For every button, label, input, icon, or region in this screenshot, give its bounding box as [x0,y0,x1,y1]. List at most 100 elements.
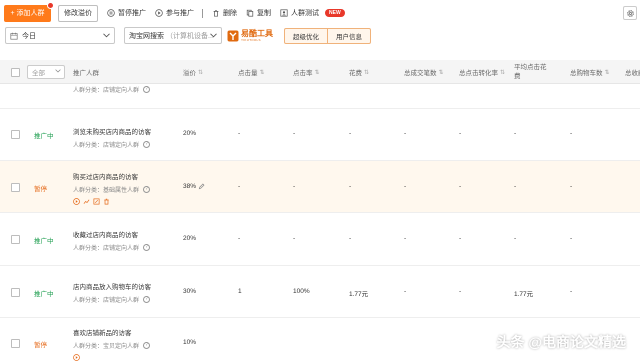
trash-icon [213,10,219,17]
deals-value: - [404,130,407,137]
row-checkbox[interactable] [11,183,20,192]
sort-icon: ⇅ [314,69,320,76]
premium-value[interactable]: 20% [183,235,196,242]
premium-value[interactable]: 30% [183,288,196,295]
calendar-icon [10,32,18,40]
audience-cell: 购买过店内商品的访客 人群分类：基础属性人群? [73,171,151,205]
scene-select[interactable]: 淘宝网搜索 （计算机设备... [124,27,222,44]
copy-button[interactable]: 复制 [246,8,271,18]
audience-name[interactable]: 收藏过店内商品的访客 [73,229,150,239]
sort-icon: ⇅ [259,69,265,76]
pause-promotion-button[interactable]: 暂停推广 [107,8,146,18]
tool-logo[interactable]: 易酷工具 YIKUTOOLS [227,29,277,43]
audience-category: 人群分类：基础属性人群 [73,188,140,194]
audience-category: 人群分类：店铺定向人群 [73,298,140,304]
col-cart[interactable]: 总购物车数 ⇅ [570,60,610,84]
table-row: 推广中 店内商品放入购物车的访客 人群分类：店铺定向人群? 30% 1 100%… [0,266,640,318]
audience-test-button[interactable]: 人群测试 NEW [280,8,345,18]
audience-category: 人群分类：店铺定向人群 [73,143,140,149]
avg-cpc-value: 1.77元 [514,291,534,298]
settings-button[interactable] [623,6,637,20]
ctr-value: - [293,235,296,242]
status-badge: 推广中 [34,291,54,298]
ctr-value: - [293,183,296,190]
col-ctr[interactable]: 点击率 ⇅ [293,60,320,84]
help-icon[interactable]: ? [143,86,151,93]
status-filter-value: 全部 [32,70,45,77]
audience-name[interactable]: 购买过店内商品的访客 [73,171,150,181]
add-audience-label: + 添加人群 [10,10,45,17]
help-icon[interactable]: ? [143,244,151,251]
status-badge: 推广中 [34,238,54,245]
cart-value: - [570,183,573,190]
row-checkbox[interactable] [11,235,20,244]
status-filter-select[interactable]: 全部 [27,65,65,79]
table-row: 暂停 购买过店内商品的访客 人群分类：基础属性人群? 38% - - - - -… [0,161,640,213]
col-conversion[interactable]: 总点击转化率 ⇅ [459,60,505,84]
col-total-deals[interactable]: 总成交笔数 ⇅ [404,60,444,84]
help-icon[interactable]: ? [143,186,151,193]
audience-cell: 人群分类：店铺定向人群? [73,85,151,94]
row-checkbox[interactable] [11,339,20,348]
clicks-value: - [238,183,241,190]
logo-subtext: YIKUTOOLS [241,38,261,42]
cart-value: - [570,130,573,137]
spend-value: - [349,183,352,190]
new-badge: NEW [325,9,345,17]
sort-icon: ⇅ [438,69,444,76]
col-fav[interactable]: 总收藏 [625,60,640,84]
user-info-button[interactable]: 用户信息 [327,29,370,43]
join-promotion-button[interactable]: 参与推广 [155,8,194,18]
table-row: 推广中 浏览未购买店内商品的访客 人群分类：店铺定向人群? 20% - - - … [0,109,640,161]
edit-icon[interactable] [93,198,100,205]
audience-name[interactable]: 浏览未购买店内商品的访客 [73,126,151,136]
audience-cell: 喜欢店铺新品的访客 人群分类：宝贝定向人群? [73,327,151,361]
audience-category: 人群分类：店铺定向人群 [73,88,140,94]
date-range-select[interactable]: 今日 [5,27,115,44]
col-spend[interactable]: 花费 ⇅ [349,60,369,84]
sort-icon: ⇅ [604,69,610,76]
col-clicks[interactable]: 点击量 ⇅ [238,60,265,84]
play-icon [155,9,163,17]
sort-icon: ⇅ [198,69,204,76]
avg-cpc-value: - [514,235,517,242]
select-all-checkbox[interactable] [11,67,20,77]
pause-label: 暂停推广 [118,10,146,17]
help-icon[interactable]: ? [143,342,151,349]
deals-value: - [404,183,407,190]
status-badge: 暂停 [34,342,47,349]
scene-hint: （计算机设备... [166,32,214,40]
chevron-down-icon [103,33,110,38]
super-optimize-button[interactable]: 超级优化 [285,29,327,43]
play-icon[interactable] [73,354,80,361]
audience-name[interactable]: 店内商品放入购物车的访客 [73,281,151,291]
help-icon[interactable]: ? [143,141,151,148]
add-audience-button[interactable]: + 添加人群 [4,1,54,22]
table-row: 人群分类：店铺定向人群? [0,84,640,109]
row-checkbox[interactable] [11,130,20,139]
copy-label: 复制 [257,10,271,17]
help-icon[interactable]: ? [143,296,151,303]
trend-icon[interactable] [83,198,90,205]
row-checkbox[interactable] [11,288,20,297]
watermark: 头条 @电商论文精选 [496,334,626,350]
deals-value: - [404,288,407,295]
delete-button[interactable]: 删除 [212,8,237,18]
audience-category: 人群分类：宝贝定向人群 [73,344,140,350]
premium-value[interactable]: 10% [183,339,196,346]
trash-icon[interactable] [103,198,110,205]
audience-cell: 浏览未购买店内商品的访客 人群分类：店铺定向人群? [73,126,151,149]
edit-premium-button[interactable]: 修改溢价 [58,4,98,22]
col-premium[interactable]: 溢价 ⇅ [183,60,203,84]
ctr-value: - [293,130,296,137]
pencil-icon[interactable] [198,183,205,190]
audience-name[interactable]: 喜欢店铺新品的访客 [73,327,150,337]
conversion-value: - [459,130,462,137]
col-avg-cpc[interactable]: 平均点击花费 [514,60,547,84]
play-icon[interactable] [73,198,80,205]
conversion-value: - [459,183,462,190]
premium-cell[interactable]: 38% [183,183,205,190]
toolbar: + 添加人群 修改溢价 暂停推广 参与推广 删除 复制 人群测试 NEW [0,0,640,26]
premium-value[interactable]: 20% [183,130,196,137]
clicks-value: - [238,130,241,137]
